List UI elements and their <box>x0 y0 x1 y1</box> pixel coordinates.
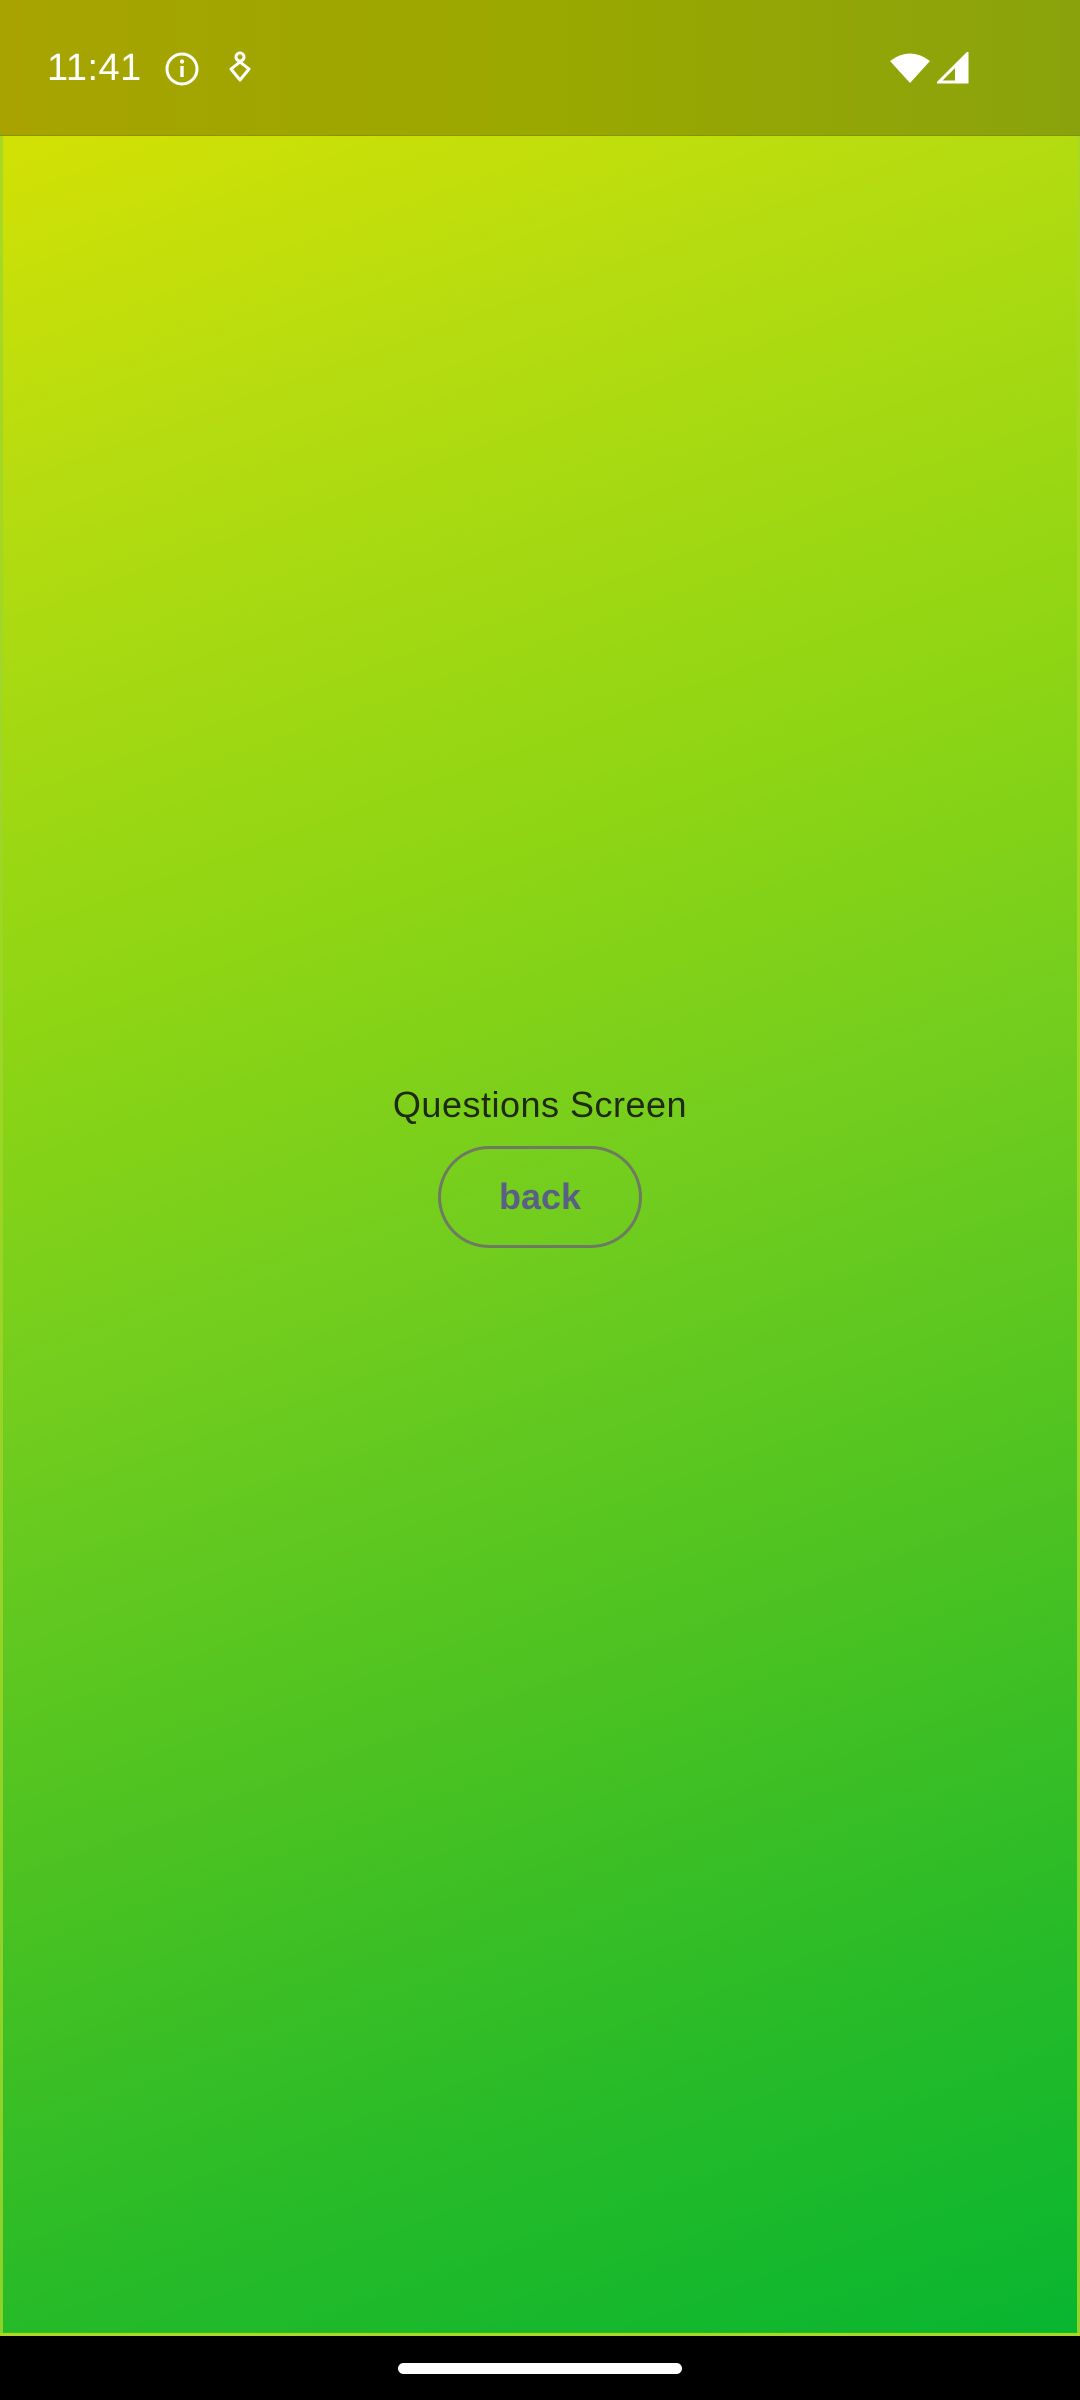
status-bar: 11:41 <box>0 0 1080 136</box>
wifi-icon <box>890 53 930 83</box>
signal-icon <box>937 52 969 84</box>
phone-screen: 11:41 Questions Screen back <box>0 0 1080 2400</box>
home-indicator[interactable] <box>398 2363 682 2374</box>
info-icon <box>165 52 199 86</box>
back-button[interactable]: back <box>438 1146 642 1248</box>
content-center: Questions Screen back <box>0 1080 1080 1248</box>
pin-icon <box>229 51 251 82</box>
navigation-bar <box>0 2336 1080 2400</box>
status-time: 11:41 <box>47 47 142 89</box>
page-title: Questions Screen <box>392 1084 688 1125</box>
